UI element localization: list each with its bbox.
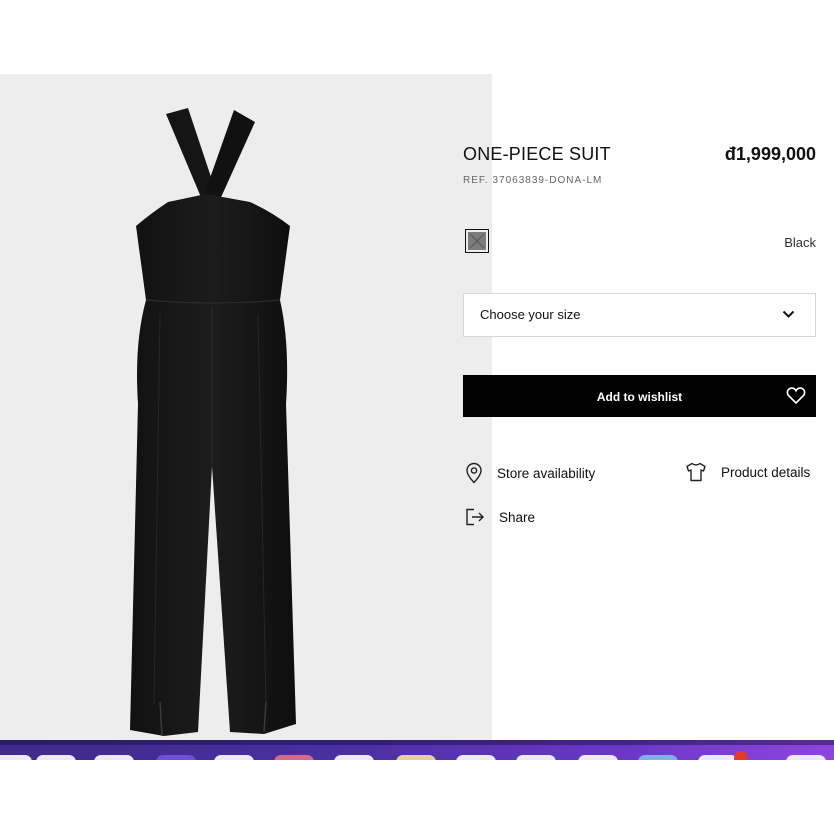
- heart-icon: [786, 387, 806, 405]
- product-price: đ1,999,000: [724, 144, 816, 164]
- share-label: Share: [499, 509, 536, 525]
- share-icon: [466, 508, 484, 526]
- dock-app-icon[interactable]: [334, 755, 374, 760]
- dock-app-icon[interactable]: [638, 755, 678, 760]
- selected-x-icon: [469, 233, 485, 249]
- dock-app-icon[interactable]: [274, 755, 314, 760]
- wishlist-button-label: Add to wishlist: [596, 390, 683, 404]
- dock-app-icon[interactable]: [36, 755, 76, 760]
- product-details-link[interactable]: Product details: [685, 462, 810, 482]
- dock-app-icon[interactable]: [516, 755, 556, 760]
- add-to-wishlist-button[interactable]: Add to wishlist: [463, 375, 816, 417]
- product-details-label: Product details: [721, 464, 811, 480]
- dock-app-icon[interactable]: [456, 755, 496, 760]
- size-selector[interactable]: Choose your size: [463, 293, 816, 337]
- notification-badge: [734, 751, 748, 760]
- dock-app-icon[interactable]: [698, 755, 738, 760]
- product-reference: REF. 37063839-DONA-LM: [463, 175, 603, 186]
- dock-app-icon[interactable]: [0, 755, 32, 760]
- selected-color-name: Black: [784, 235, 816, 250]
- location-pin-icon: [466, 462, 482, 484]
- dock-app-icon[interactable]: [396, 755, 436, 760]
- share-link[interactable]: Share: [465, 508, 535, 526]
- chevron-down-icon: [782, 310, 795, 318]
- product-title: ONE-PIECE SUIT: [463, 144, 611, 164]
- os-dock: [0, 740, 834, 760]
- store-availability-label: Store availability: [497, 465, 596, 481]
- dock-shadow: [0, 740, 834, 745]
- store-availability-link[interactable]: Store availability: [465, 462, 595, 484]
- color-swatch-black[interactable]: [465, 229, 489, 253]
- dock-app-icon[interactable]: [578, 755, 618, 760]
- jumpsuit-image: [130, 108, 296, 737]
- dock-app-icon[interactable]: [156, 755, 196, 760]
- size-selector-label: Choose your size: [480, 307, 581, 322]
- tshirt-icon: [686, 462, 706, 482]
- dock-app-icon[interactable]: [214, 755, 254, 760]
- product-image-panel[interactable]: [0, 74, 492, 744]
- dock-app-icon[interactable]: [786, 755, 826, 760]
- product-info-panel: ONE-PIECE SUIT đ1,999,000 REF. 37063839-…: [463, 0, 816, 744]
- dock-app-icon[interactable]: [94, 755, 134, 760]
- swatch-fill: [468, 232, 486, 250]
